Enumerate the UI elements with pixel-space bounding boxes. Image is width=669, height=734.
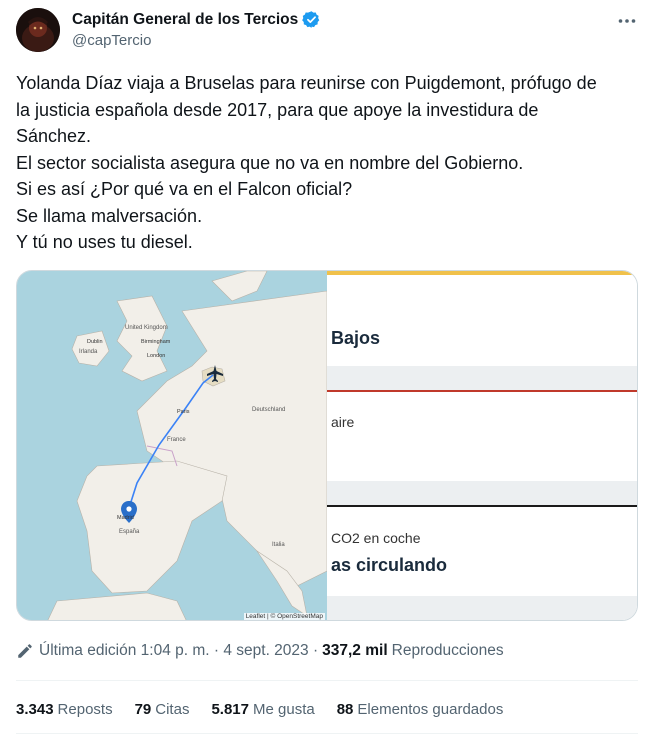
card-subtitle: as circulando (331, 555, 448, 575)
tweet-text: Yolanda Díaz viaja a Bruselas para reuni… (16, 70, 638, 256)
route-map[interactable]: United Kingdom Irlanda España France Deu… (17, 271, 328, 620)
tweet-line: Yolanda Díaz viaja a Bruselas para reuni… (16, 73, 597, 93)
quotes-stat[interactable]: 79 Citas (135, 701, 190, 718)
tweet-meta: Última edición 1:04 p. m. · 4 sept. 2023… (16, 640, 504, 662)
card-accent-bar (327, 271, 637, 275)
tweet-media[interactable]: United Kingdom Irlanda España France Deu… (16, 270, 638, 621)
svg-text:Madrid: Madrid (117, 515, 134, 521)
edit-pencil-icon[interactable] (16, 642, 34, 660)
tweet-header: Capitán General de los Tercios @capTerci… (16, 8, 638, 54)
map-attribution[interactable]: Leaflet | © OpenStreetMap (243, 613, 325, 620)
svg-text:Italia: Italia (272, 542, 285, 548)
likes-stat[interactable]: 5.817 Me gusta (211, 701, 314, 718)
svg-text:United Kingdom: United Kingdom (125, 325, 168, 331)
svg-text:Dublin: Dublin (87, 339, 103, 345)
svg-text:Deutschland: Deutschland (252, 407, 285, 413)
svg-text:France: France (167, 437, 186, 443)
svg-text:Birmingham: Birmingham (141, 339, 171, 345)
reposts-stat[interactable]: 3.343 Reposts (16, 701, 113, 718)
author-display-name[interactable]: Capitán General de los Tercios (72, 11, 298, 29)
verified-badge-icon[interactable] (302, 10, 321, 29)
card-label-co2: CO2 en coche (331, 530, 421, 546)
card-title: Bajos (331, 328, 381, 348)
card-divider (327, 505, 637, 507)
card-band (327, 481, 637, 505)
news-card[interactable]: Bajos aire CO2 en coche as circulando (327, 271, 637, 620)
bookmarks-stat[interactable]: 88 Elementos guardados (337, 701, 504, 718)
views-count: 337,2 mil (322, 642, 388, 659)
svg-text:Paris: Paris (177, 409, 190, 415)
avatar[interactable] (16, 8, 60, 52)
tweet-line: Si es así ¿Por qué va en el Falcon ofici… (16, 179, 353, 199)
svg-text:España: España (119, 529, 140, 535)
tweet-line: Se llama malversación. (16, 205, 203, 226)
svg-text:Irlanda: Irlanda (79, 349, 98, 355)
tweet-line: Y tú no uses tu diesel. (16, 232, 193, 252)
svg-text:London: London (147, 353, 165, 359)
card-band (327, 366, 637, 390)
divider (16, 680, 638, 681)
views-label: Reproducciones (391, 642, 504, 659)
tweet-line: la justicia española desde 2017, para qu… (16, 99, 539, 120)
edited-timestamp[interactable]: Última edición 1:04 p. m. · 4 sept. 2023… (39, 642, 318, 660)
author-handle[interactable]: @capTercio (72, 32, 321, 49)
tweet-line: Sánchez. (16, 126, 92, 146)
card-divider (327, 390, 637, 392)
author-block: Capitán General de los Tercios @capTerci… (72, 10, 321, 49)
card-label-aire: aire (331, 414, 355, 430)
more-options-icon[interactable] (616, 10, 638, 32)
card-band (327, 596, 637, 620)
engagement-stats: 3.343 Reposts 79 Citas 5.817 Me gusta 88 Ele… (16, 698, 525, 720)
tweet-line: El sector socialista asegura que no va e… (16, 152, 524, 173)
